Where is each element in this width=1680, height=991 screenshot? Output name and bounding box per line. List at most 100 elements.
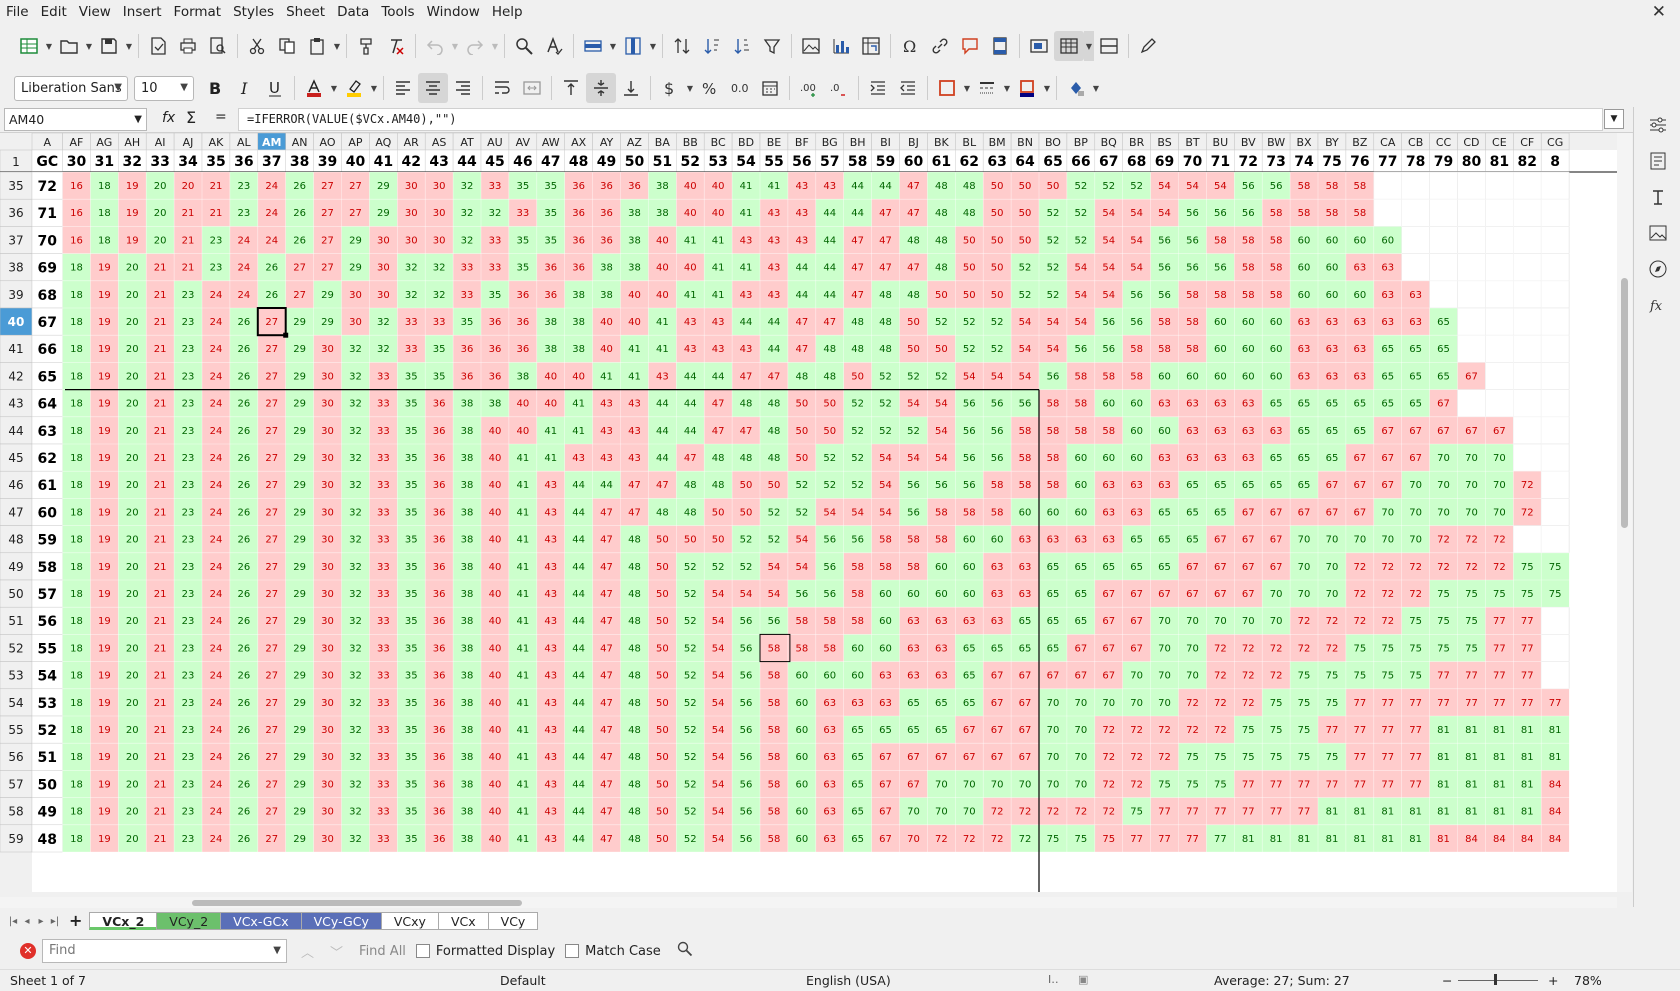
cell-value[interactable]: 36 <box>572 235 585 246</box>
cell-value[interactable]: 36 <box>600 181 613 192</box>
cell-value[interactable]: 18 <box>70 643 83 654</box>
align-bottom-icon[interactable] <box>616 73 646 103</box>
close-find-bar-icon[interactable]: ✕ <box>20 943 36 959</box>
cell-value[interactable]: 54 <box>879 453 892 464</box>
cell-value[interactable]: 75 <box>1465 643 1478 654</box>
header-cell-value[interactable]: 65 <box>1043 154 1062 170</box>
cell-value[interactable]: 19 <box>98 725 111 736</box>
cell-value[interactable]: 67 <box>1465 371 1478 382</box>
cell-value[interactable]: 44 <box>851 208 864 219</box>
cell-value[interactable]: 29 <box>293 399 306 410</box>
cell-value[interactable]: 36 <box>433 698 446 709</box>
cell-value[interactable]: 41 <box>712 263 725 274</box>
header-cell-value[interactable]: 61 <box>932 154 951 170</box>
cell[interactable] <box>1540 606 1570 635</box>
styles-icon[interactable] <box>1634 143 1680 179</box>
cell-value[interactable]: 27 <box>321 263 334 274</box>
cell-value[interactable]: 33 <box>489 263 502 274</box>
cell-value[interactable]: 35 <box>405 834 418 845</box>
cell-value[interactable]: 72 <box>1521 507 1534 518</box>
cell-value[interactable]: 47 <box>851 290 864 301</box>
date-format-icon[interactable] <box>755 73 785 103</box>
cell-value[interactable]: 65 <box>1130 535 1143 546</box>
column-header-label[interactable]: AO <box>320 136 336 149</box>
cell-value[interactable]: 70 <box>1158 671 1171 682</box>
comment-icon[interactable] <box>955 31 985 61</box>
cell-value[interactable]: 70 <box>1326 562 1339 573</box>
cell-value[interactable]: 29 <box>293 344 306 355</box>
cell-value[interactable]: 24 <box>210 698 223 709</box>
cell-value[interactable]: 50 <box>656 725 669 736</box>
cell-value[interactable]: 50 <box>795 453 808 464</box>
cell-value[interactable]: 58 <box>1186 344 1199 355</box>
insert-chart-icon[interactable] <box>826 31 856 61</box>
cell-value[interactable]: 81 <box>1326 834 1339 845</box>
cell-value[interactable]: 81 <box>1493 725 1506 736</box>
cell-value[interactable]: 52 <box>1047 263 1060 274</box>
cell-value[interactable]: 77 <box>1298 779 1311 790</box>
cell-value[interactable]: 27 <box>349 181 362 192</box>
cell-value[interactable]: 60 <box>795 725 808 736</box>
cell-value[interactable]: 63 <box>1270 426 1283 437</box>
column-header-label[interactable]: AP <box>348 136 363 149</box>
cell-value[interactable]: 29 <box>293 779 306 790</box>
cell-value[interactable]: 19 <box>98 263 111 274</box>
cell-value[interactable]: 70 <box>1465 507 1478 518</box>
gc-value[interactable]: 69 <box>38 261 57 277</box>
cell-value[interactable]: 50 <box>656 671 669 682</box>
cell-value[interactable]: 48 <box>823 344 836 355</box>
cell-value[interactable]: 63 <box>1214 453 1227 464</box>
cell-value[interactable]: 70 <box>1186 616 1199 627</box>
cell-value[interactable]: 67 <box>1186 562 1199 573</box>
borders-icon[interactable] <box>932 73 962 103</box>
header-cell-value[interactable]: 33 <box>150 154 169 170</box>
cell-value[interactable]: 30 <box>405 235 418 246</box>
cell-value[interactable]: 54 <box>1158 208 1171 219</box>
cell-value[interactable]: 43 <box>712 344 725 355</box>
cell-value[interactable]: 43 <box>544 507 557 518</box>
cell-value[interactable]: 65 <box>1019 616 1032 627</box>
cell-value[interactable]: 47 <box>600 698 613 709</box>
new-dropdown-icon[interactable]: ▼ <box>44 31 54 61</box>
cell-value[interactable]: 50 <box>851 371 864 382</box>
cell-value[interactable]: 20 <box>126 317 139 328</box>
cell-value[interactable]: 67 <box>1465 426 1478 437</box>
cell-value[interactable]: 50 <box>712 535 725 546</box>
cell-value[interactable]: 40 <box>712 181 725 192</box>
cell-value[interactable]: 67 <box>1158 589 1171 600</box>
column-header-label[interactable]: BP <box>1074 136 1089 149</box>
zoom-out-icon[interactable]: − <box>1442 973 1452 988</box>
cell-value[interactable]: 72 <box>1019 807 1032 818</box>
pivot-table-icon[interactable] <box>856 31 886 61</box>
cell-value[interactable]: 38 <box>461 535 474 546</box>
gc-value[interactable]: 49 <box>38 805 57 821</box>
row-header-label[interactable]: 38 <box>8 261 23 275</box>
cell-value[interactable]: 58 <box>1186 290 1199 301</box>
menu-insert[interactable]: Insert <box>117 0 168 25</box>
cell-value[interactable]: 43 <box>544 589 557 600</box>
cell-value[interactable]: 18 <box>70 698 83 709</box>
gc-value[interactable]: 62 <box>38 451 57 467</box>
cell-value[interactable]: 40 <box>489 480 502 491</box>
cell-value[interactable]: 75 <box>1521 589 1534 600</box>
cell-value[interactable]: 33 <box>377 752 390 763</box>
cell-value[interactable]: 38 <box>628 263 641 274</box>
cell-value[interactable]: 41 <box>516 535 529 546</box>
cell-value[interactable]: 60 <box>1158 371 1171 382</box>
cell-value[interactable]: 20 <box>126 344 139 355</box>
row-header-label[interactable]: 55 <box>8 723 23 737</box>
next-sheet-icon[interactable]: ▸ <box>34 916 48 927</box>
column-header-label[interactable]: BJ <box>908 136 919 149</box>
cell-value[interactable]: 23 <box>182 671 195 682</box>
cell-value[interactable]: 60 <box>795 807 808 818</box>
cell-value[interactable]: 43 <box>544 725 557 736</box>
cell[interactable] <box>1540 334 1570 363</box>
cell-value[interactable]: 20 <box>154 235 167 246</box>
cell-value[interactable]: 67 <box>1130 589 1143 600</box>
cell-value[interactable]: 72 <box>1214 698 1227 709</box>
cell-value[interactable]: 81 <box>1353 834 1366 845</box>
cell-value[interactable]: 44 <box>768 344 781 355</box>
cell-value[interactable]: 52 <box>740 535 753 546</box>
first-sheet-icon[interactable]: |◂ <box>6 916 20 927</box>
cell-value[interactable]: 77 <box>1353 752 1366 763</box>
